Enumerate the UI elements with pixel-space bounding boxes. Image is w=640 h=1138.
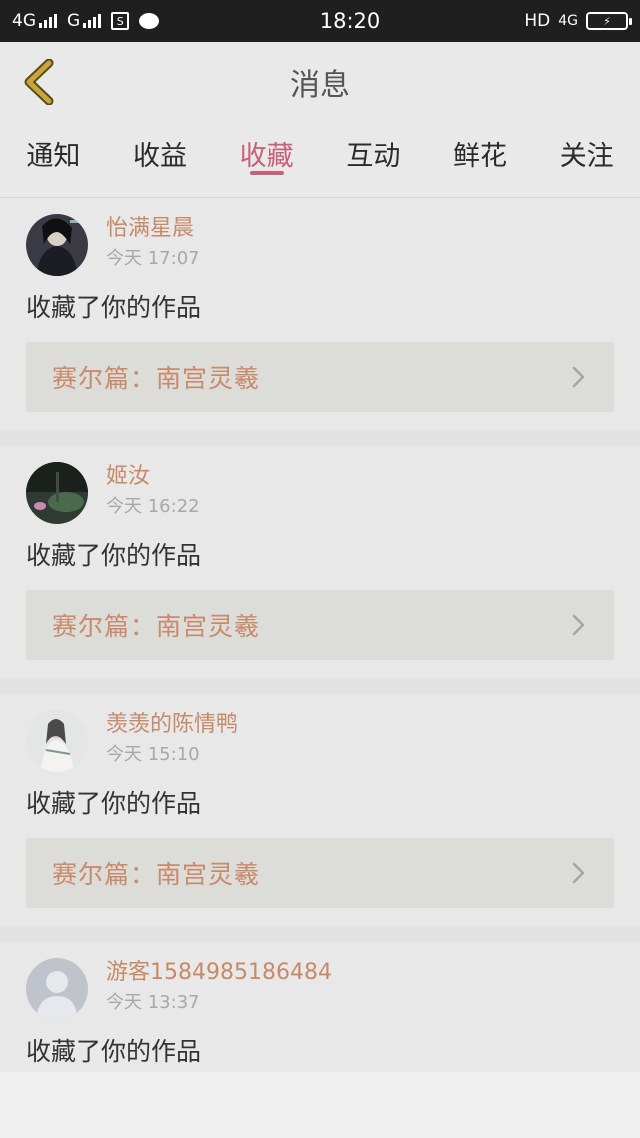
tab-notifications[interactable]: 通知	[0, 122, 107, 197]
work-title: 赛尔篇：南宫灵羲	[52, 860, 261, 889]
avatar-figure-icon	[26, 710, 88, 772]
message-card: 羡羡的陈情鸭 今天 15:10 收藏了你的作品 赛尔篇：南宫灵羲	[0, 694, 640, 942]
nav-bar: 消息	[0, 42, 640, 122]
message-header: 羡羡的陈情鸭 今天 15:10	[26, 694, 614, 772]
clock: 18:20	[319, 9, 381, 33]
back-button[interactable]	[14, 56, 64, 108]
work-title: 赛尔篇：南宫灵羲	[52, 364, 261, 393]
chevron-right-icon	[572, 862, 585, 884]
network-label: 4G	[558, 13, 578, 29]
status-right: HD 4G ⚡	[498, 11, 632, 31]
tab-bar: 通知 收益 收藏 互动 鲜花 关注	[0, 122, 640, 198]
chevron-left-icon	[24, 59, 54, 105]
signal-bars-icon	[39, 14, 57, 28]
action-text: 收藏了你的作品	[26, 1037, 202, 1066]
signal-g: G	[67, 11, 102, 31]
message-list: 怡满星晨 今天 17:07 收藏了你的作品 赛尔篇：南宫灵羲 姬汝 今天 16:…	[0, 198, 640, 1072]
action-text: 收藏了你的作品	[26, 789, 202, 818]
work-link-row[interactable]: 赛尔篇：南宫灵羲	[26, 590, 614, 660]
timestamp: 今天 17:07	[106, 248, 200, 269]
work-link-row[interactable]: 赛尔篇：南宫灵羲	[26, 342, 614, 412]
message-card: 姬汝 今天 16:22 收藏了你的作品 赛尔篇：南宫灵羲	[0, 446, 640, 694]
avatar-portrait-icon	[26, 214, 88, 276]
username-link[interactable]: 羡羡的陈情鸭	[106, 710, 238, 740]
status-left: 4G G S	[12, 11, 232, 31]
avatar-default-icon	[26, 958, 88, 1020]
message-meta: 怡满星晨 今天 17:07	[106, 214, 200, 274]
tab-flowers[interactable]: 鲜花	[427, 122, 534, 197]
timestamp: 今天 15:10	[106, 744, 200, 765]
timestamp: 今天 16:22	[106, 496, 200, 517]
avatar[interactable]	[26, 710, 88, 772]
username-link[interactable]: 怡满星晨	[106, 214, 200, 244]
message-meta: 姬汝 今天 16:22	[106, 462, 200, 522]
username-link[interactable]: 游客1584985186484	[106, 958, 332, 988]
chevron-right-icon	[572, 614, 585, 636]
tab-earnings[interactable]: 收益	[107, 122, 214, 197]
signal-4g: 4G	[12, 11, 57, 31]
action-text: 收藏了你的作品	[26, 541, 202, 570]
network-label: G	[67, 11, 81, 31]
status-bar: 4G G S 18:20 HD 4G ⚡	[0, 0, 640, 42]
action-text: 收藏了你的作品	[26, 293, 202, 322]
app-screen: 4G G S 18:20 HD 4G ⚡ 消息 通知 收益 收藏 互动 鲜花 关…	[0, 0, 640, 1138]
work-title: 赛尔篇：南宫灵羲	[52, 612, 261, 641]
avatar[interactable]	[26, 214, 88, 276]
timestamp: 今天 13:37	[106, 992, 200, 1013]
message-header: 游客1584985186484 今天 13:37	[26, 942, 614, 1020]
network-label: 4G	[12, 11, 36, 31]
avatar[interactable]	[26, 958, 88, 1020]
message-meta: 游客1584985186484 今天 13:37	[106, 958, 332, 1018]
hd-label: HD	[524, 11, 551, 31]
message-meta: 羡羡的陈情鸭 今天 15:10	[106, 710, 238, 770]
username-link[interactable]: 姬汝	[106, 462, 200, 492]
message-header: 姬汝 今天 16:22	[26, 446, 614, 524]
page-title: 消息	[290, 68, 350, 103]
work-link-row[interactable]: 赛尔篇：南宫灵羲	[26, 838, 614, 908]
chat-notification-icon	[139, 13, 160, 29]
tab-favorites[interactable]: 收藏	[213, 122, 320, 197]
tab-follows[interactable]: 关注	[533, 122, 640, 197]
battery-icon: ⚡	[586, 12, 632, 30]
tab-interactions[interactable]: 互动	[320, 122, 427, 197]
message-header: 怡满星晨 今天 17:07	[26, 198, 614, 276]
signal-bars-icon	[83, 14, 102, 28]
avatar-lotus-icon	[26, 462, 88, 524]
avatar[interactable]	[26, 462, 88, 524]
message-card: 游客1584985186484 今天 13:37 收藏了你的作品	[0, 942, 640, 1072]
chevron-right-icon	[572, 366, 585, 388]
message-card: 怡满星晨 今天 17:07 收藏了你的作品 赛尔篇：南宫灵羲	[0, 198, 640, 446]
sim-icon: S	[111, 12, 130, 30]
